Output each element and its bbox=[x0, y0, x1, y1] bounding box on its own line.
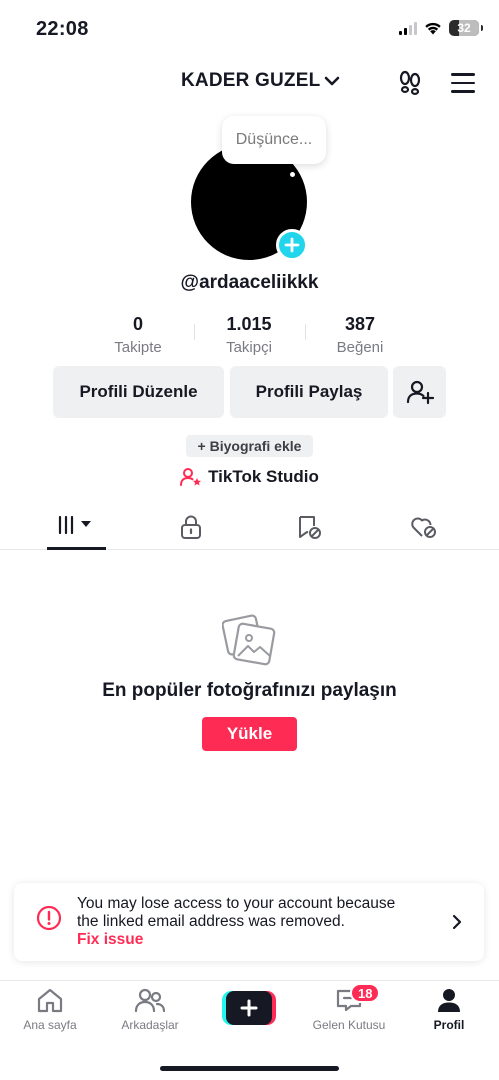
create-button[interactable] bbox=[222, 991, 276, 1025]
tab-private[interactable] bbox=[131, 510, 251, 550]
stat-divider bbox=[194, 324, 195, 340]
studio-person-icon bbox=[180, 468, 202, 486]
nav-label: Arkadaşlar bbox=[121, 1018, 179, 1032]
find-friends-button[interactable] bbox=[393, 366, 446, 418]
add-user-icon bbox=[406, 380, 434, 405]
stat-following[interactable]: 0 Takipte bbox=[93, 314, 183, 356]
footprint-icon[interactable] bbox=[396, 69, 424, 97]
battery-level: 32 bbox=[457, 21, 471, 35]
friends-icon bbox=[134, 988, 166, 1013]
profile-handle: @ardaaceliikkk bbox=[180, 272, 319, 293]
plus-icon bbox=[240, 999, 258, 1017]
tab-videos[interactable] bbox=[17, 510, 137, 550]
upload-button[interactable]: Yükle bbox=[202, 717, 297, 751]
content-tabs bbox=[0, 510, 499, 550]
nav-label: Ana sayfa bbox=[23, 1018, 77, 1032]
edit-profile-button[interactable]: Profili Düzenle bbox=[53, 366, 224, 418]
warning-message: You may lose access to your account beca… bbox=[77, 895, 396, 930]
stat-label: Takipte bbox=[114, 339, 162, 356]
account-switcher[interactable]: KADER GUZEL bbox=[181, 70, 340, 92]
profile-header: KADER GUZEL bbox=[0, 66, 499, 102]
chevron-down-icon bbox=[325, 76, 340, 86]
liked-heart-icon bbox=[411, 517, 436, 538]
tab-liked[interactable] bbox=[364, 510, 484, 550]
stat-divider bbox=[305, 324, 306, 340]
grid-icon bbox=[58, 515, 91, 535]
cellular-signal-icon bbox=[399, 21, 417, 35]
stat-value: 1.015 bbox=[226, 314, 272, 334]
chevron-right-icon bbox=[452, 914, 462, 930]
nav-home[interactable]: Ana sayfa bbox=[5, 987, 95, 1032]
empty-state-title: En popüler fotoğrafınızı paylaşın bbox=[102, 680, 397, 701]
status-indicators: 32 bbox=[399, 20, 483, 36]
profile-icon bbox=[438, 989, 460, 1012]
add-avatar-button[interactable] bbox=[276, 229, 308, 261]
account-name: KADER GUZEL bbox=[181, 70, 321, 91]
inbox-badge: 18 bbox=[350, 983, 381, 1003]
alert-icon bbox=[36, 905, 62, 931]
stat-value: 387 bbox=[344, 314, 376, 334]
account-warning-banner[interactable]: You may lose access to your account beca… bbox=[14, 883, 484, 961]
lock-icon bbox=[181, 515, 201, 539]
stat-value: 0 bbox=[132, 314, 143, 334]
photo-icon bbox=[222, 614, 276, 666]
share-profile-button[interactable]: Profili Paylaş bbox=[230, 366, 388, 418]
nav-label: Gelen Kutusu bbox=[312, 1018, 386, 1032]
profile-stats: 0 Takipte 1.015 Takipçi 387 Beğeni bbox=[0, 314, 499, 360]
stat-likes[interactable]: 387 Beğeni bbox=[315, 314, 405, 356]
tab-saved[interactable] bbox=[249, 510, 369, 550]
add-bio-button[interactable]: + Biyografi ekle bbox=[186, 435, 313, 457]
wifi-icon bbox=[425, 22, 441, 35]
nav-profile[interactable]: Profil bbox=[404, 987, 494, 1032]
battery-icon: 32 bbox=[449, 20, 483, 36]
bottom-navigation: Ana sayfa Arkadaşlar Gelen Kutusu 18 Pro… bbox=[0, 980, 499, 1080]
tiktok-studio-link[interactable]: TikTok Studio bbox=[0, 467, 499, 487]
menu-icon[interactable] bbox=[451, 73, 475, 93]
stat-label: Beğeni bbox=[336, 339, 384, 356]
status-time: 22:08 bbox=[36, 18, 89, 40]
fix-issue-link[interactable]: Fix issue bbox=[77, 931, 143, 949]
nav-friends[interactable]: Arkadaşlar bbox=[105, 987, 195, 1032]
stat-followers[interactable]: 1.015 Takipçi bbox=[204, 314, 294, 356]
studio-label: TikTok Studio bbox=[208, 467, 319, 486]
bookmark-icon bbox=[299, 516, 321, 539]
nav-label: Profil bbox=[433, 1018, 465, 1032]
home-indicator bbox=[160, 1066, 339, 1071]
active-tab-indicator bbox=[47, 547, 106, 550]
home-icon bbox=[37, 988, 63, 1013]
stat-label: Takipçi bbox=[226, 339, 272, 356]
plus-icon bbox=[284, 237, 300, 253]
avatar-dot bbox=[290, 172, 295, 177]
status-bar: 22:08 32 bbox=[0, 0, 499, 58]
thought-bubble[interactable]: Düşünce... bbox=[222, 116, 326, 164]
nav-inbox[interactable]: Gelen Kutusu bbox=[304, 987, 394, 1032]
